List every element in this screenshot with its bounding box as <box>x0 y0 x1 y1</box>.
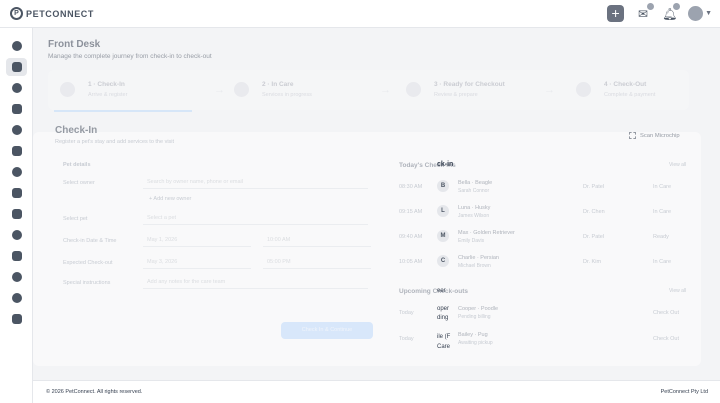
row-name: Charlie · Persian <box>458 255 499 261</box>
overlay-frag: oper <box>437 306 450 312</box>
row-name: Max · Golden Retriever <box>458 230 515 236</box>
overlay-frag: ile (F <box>437 334 451 340</box>
avatar <box>688 6 704 21</box>
today-view-all-link[interactable]: View all <box>669 162 686 168</box>
row-owner: Michael Brown <box>458 263 491 269</box>
footer-company: PetConnect Pty Ltd <box>660 389 708 395</box>
row-time: 09:15 AM <box>399 209 423 215</box>
upcoming-title: Upcoming Check-outs <box>399 288 468 295</box>
avatar: B <box>437 180 449 192</box>
checkin-label: Check-in Date & Time <box>63 238 117 244</box>
row-status[interactable]: In Care <box>653 184 671 190</box>
report-icon[interactable] <box>6 226 27 244</box>
scan-microchip-button[interactable]: Scan Microchip <box>629 132 680 139</box>
notes-input[interactable]: Add any notes for the care team <box>143 276 368 289</box>
calendar-check-icon[interactable] <box>6 205 27 223</box>
truck-icon[interactable] <box>6 310 27 328</box>
row-action[interactable]: Check Out <box>653 336 679 342</box>
pet-label: Select pet <box>63 216 88 222</box>
notification-dot <box>673 2 681 10</box>
panel-title: Check-In <box>55 125 98 136</box>
row-action[interactable]: Check Out <box>653 310 679 316</box>
row-name: Cooper · Poodle <box>458 306 499 312</box>
logo[interactable]: P PETCONNECT <box>10 7 94 20</box>
logo-text: PETCONNECT <box>26 8 95 19</box>
bell-icon[interactable]: 🔔︎ <box>662 2 681 21</box>
calendar-icon[interactable] <box>6 184 27 202</box>
dashboard-icon[interactable] <box>6 37 27 55</box>
overlay-frag: ding <box>437 315 449 321</box>
top-actions: + ✉ 🔔︎ ▼ <box>607 2 712 22</box>
pet-select[interactable]: Select a pet <box>143 212 368 225</box>
row-vet: Dr. Chen <box>583 209 605 215</box>
row-owner: Awaiting pickup <box>458 340 493 346</box>
add-button[interactable]: + <box>607 5 625 22</box>
overlay-frag: Care <box>437 344 451 350</box>
user-menu[interactable]: ▼ <box>688 6 712 21</box>
checkout-time-input[interactable]: 05:00 PM <box>263 256 371 269</box>
paw-icon[interactable] <box>6 79 27 97</box>
row-time: 08:30 AM <box>399 184 423 190</box>
row-vet: Dr. Patel <box>583 234 605 240</box>
row-name: Bailey · Pug <box>458 332 488 338</box>
check-in-button[interactable]: Check In & Continue <box>281 322 373 339</box>
chat-icon[interactable] <box>6 100 27 118</box>
avatar: L <box>437 205 449 217</box>
checkin-date-input[interactable]: May 1, 2026 <box>143 234 251 247</box>
row-vet: Dr. Patel <box>583 184 605 190</box>
row-status[interactable]: In Care <box>653 259 671 265</box>
owner-search-input[interactable]: Search by owner name, phone or email <box>143 176 368 189</box>
bell-icon[interactable] <box>6 163 27 181</box>
scan-label: Scan Microchip <box>640 132 680 139</box>
row-name: Bella · Beagle <box>458 180 493 186</box>
main-content: Front Desk Manage the complete journey f… <box>33 28 720 380</box>
notes-label: Special instructions <box>63 280 111 286</box>
row-name: Luna · Husky <box>458 205 491 211</box>
row-time: Today <box>399 310 414 316</box>
footer: © 2026 PetConnect. All rights reserved. … <box>33 380 720 403</box>
checkout-label: Expected Check-out <box>63 260 113 266</box>
chevron-down-icon: ▼ <box>705 10 712 17</box>
chart-icon[interactable] <box>6 289 27 307</box>
row-status[interactable]: In Care <box>653 209 671 215</box>
top-bar: P PETCONNECT + ✉ 🔔︎ ▼ <box>0 0 720 28</box>
row-vet: Dr. Kim <box>583 259 602 265</box>
section-label: Pet details <box>63 162 91 168</box>
footer-copyright: © 2026 PetConnect. All rights reserved. <box>46 389 143 395</box>
mail-check-icon[interactable]: ✉ <box>636 2 655 21</box>
overlay-title-frag: ck-in <box>437 161 454 168</box>
add-owner-link[interactable]: + Add new owner <box>149 196 191 202</box>
checkin-time-input[interactable]: 10:00 AM <box>263 234 371 247</box>
upcoming-view-all-link[interactable]: View all <box>669 288 686 294</box>
front-desk-icon[interactable] <box>6 58 27 76</box>
users-icon[interactable] <box>6 121 27 139</box>
row-time: 09:40 AM <box>399 234 423 240</box>
row-time: 10:05 AM <box>399 259 423 265</box>
panel-subtitle: Register a pet's stay and add services t… <box>55 139 175 145</box>
row-status[interactable]: Ready <box>653 234 669 240</box>
hourglass-icon[interactable] <box>6 247 27 265</box>
scan-icon <box>629 132 636 139</box>
row-owner: James Wilson <box>458 213 490 219</box>
row-owner: Sarah Connor <box>458 188 490 194</box>
avatar: C <box>437 255 449 267</box>
row-owner: Pending billing <box>458 314 491 320</box>
owner-label: Select owner <box>63 180 95 186</box>
notification-dot <box>647 2 655 10</box>
pill-icon[interactable] <box>6 268 27 286</box>
sidebar <box>0 28 33 403</box>
inbox-icon[interactable] <box>6 142 27 160</box>
check-in-panel: Check-In Register a pet's stay and add s… <box>33 125 701 366</box>
row-owner: Emily Davis <box>458 238 485 244</box>
avatar: M <box>437 230 449 242</box>
overlay-frag: eer <box>437 288 446 294</box>
checkout-date-input[interactable]: May 3, 2026 <box>143 256 251 269</box>
logo-mark: P <box>10 7 23 20</box>
row-time: Today <box>399 336 414 342</box>
